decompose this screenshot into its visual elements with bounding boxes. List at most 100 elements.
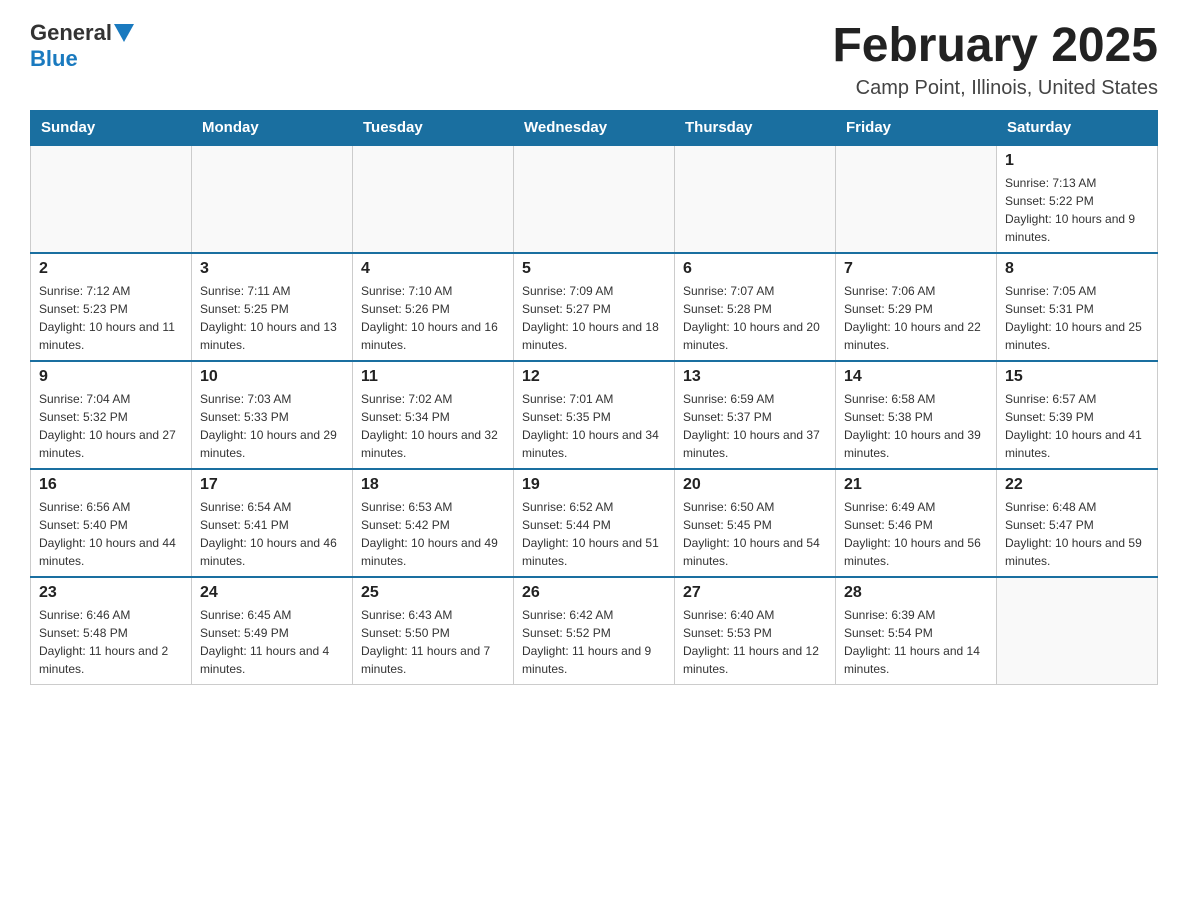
week-row-1: 1 Sunrise: 7:13 AMSunset: 5:22 PMDaylight… — [31, 145, 1158, 253]
calendar-cell: 20 Sunrise: 6:50 AMSunset: 5:45 PMDayligh… — [675, 469, 836, 577]
day-info: Sunrise: 6:45 AMSunset: 5:49 PMDaylight:… — [200, 606, 344, 678]
calendar-cell — [192, 145, 353, 253]
calendar-header-row: Sunday Monday Tuesday Wednesday Thursday… — [31, 110, 1158, 145]
calendar-cell: 16Sunrise: 6:56 AMSunset: 5:40 PMDayligh… — [31, 469, 192, 577]
day-info: Sunrise: 6:57 AMSunset: 5:39 PMDaylight:… — [1005, 390, 1149, 462]
calendar-cell: 9 Sunrise: 7:04 AMSunset: 5:32 PMDaylight… — [31, 361, 192, 469]
col-saturday: Saturday — [997, 110, 1158, 145]
calendar-cell: 3Sunrise: 7:11 AMSunset: 5:25 PMDaylight… — [192, 253, 353, 361]
day-number: 13 — [683, 368, 827, 386]
day-number: 15 — [1005, 368, 1149, 386]
calendar-cell: 14 Sunrise: 6:58 AMSunset: 5:38 PMDayligh… — [836, 361, 997, 469]
calendar-cell: 7 Sunrise: 7:06 AMSunset: 5:29 PMDaylight… — [836, 253, 997, 361]
day-info: Sunrise: 7:07 AMSunset: 5:28 PMDaylight:… — [683, 282, 827, 354]
calendar-cell: 25Sunrise: 6:43 AMSunset: 5:50 PMDayligh… — [353, 577, 514, 685]
logo-triangle-icon — [114, 24, 134, 44]
calendar-cell: 19 Sunrise: 6:52 AMSunset: 5:44 PMDayligh… — [514, 469, 675, 577]
day-info: Sunrise: 7:03 AMSunset: 5:33 PMDaylight:… — [200, 390, 344, 462]
day-info: Sunrise: 7:13 AMSunset: 5:22 PMDaylight:… — [1005, 174, 1149, 246]
day-info: Sunrise: 6:39 AMSunset: 5:54 PMDaylight:… — [844, 606, 988, 678]
day-info: Sunrise: 6:50 AMSunset: 5:45 PMDaylight:… — [683, 498, 827, 570]
day-number: 8 — [1005, 260, 1149, 278]
calendar-cell: 22 Sunrise: 6:48 AMSunset: 5:47 PMDayligh… — [997, 469, 1158, 577]
day-info: Sunrise: 6:54 AMSunset: 5:41 PMDaylight:… — [200, 498, 344, 570]
calendar-cell: 4 Sunrise: 7:10 AMSunset: 5:26 PMDaylight… — [353, 253, 514, 361]
month-title: February 2025 — [832, 20, 1158, 73]
calendar-cell: 13 Sunrise: 6:59 AMSunset: 5:37 PMDayligh… — [675, 361, 836, 469]
day-info: Sunrise: 7:11 AMSunset: 5:25 PMDaylight:… — [200, 282, 344, 354]
day-info: Sunrise: 7:05 AMSunset: 5:31 PMDaylight:… — [1005, 282, 1149, 354]
calendar-cell: 18Sunrise: 6:53 AMSunset: 5:42 PMDayligh… — [353, 469, 514, 577]
week-row-3: 9 Sunrise: 7:04 AMSunset: 5:32 PMDaylight… — [31, 361, 1158, 469]
day-info: Sunrise: 6:59 AMSunset: 5:37 PMDaylight:… — [683, 390, 827, 462]
calendar-cell: 8 Sunrise: 7:05 AMSunset: 5:31 PMDaylight… — [997, 253, 1158, 361]
logo-general-text: General — [30, 20, 112, 46]
day-number: 24 — [200, 584, 344, 602]
calendar-cell: 21Sunrise: 6:49 AMSunset: 5:46 PMDayligh… — [836, 469, 997, 577]
logo: General Blue — [30, 20, 134, 72]
calendar-cell — [353, 145, 514, 253]
location-title: Camp Point, Illinois, United States — [832, 77, 1158, 100]
day-number: 28 — [844, 584, 988, 602]
day-info: Sunrise: 6:52 AMSunset: 5:44 PMDaylight:… — [522, 498, 666, 570]
week-row-4: 16Sunrise: 6:56 AMSunset: 5:40 PMDayligh… — [31, 469, 1158, 577]
day-number: 18 — [361, 476, 505, 494]
calendar-cell — [836, 145, 997, 253]
day-info: Sunrise: 6:58 AMSunset: 5:38 PMDaylight:… — [844, 390, 988, 462]
calendar-cell: 24 Sunrise: 6:45 AMSunset: 5:49 PMDayligh… — [192, 577, 353, 685]
day-number: 21 — [844, 476, 988, 494]
day-number: 10 — [200, 368, 344, 386]
day-info: Sunrise: 7:10 AMSunset: 5:26 PMDaylight:… — [361, 282, 505, 354]
day-number: 9 — [39, 368, 183, 386]
day-number: 4 — [361, 260, 505, 278]
calendar-cell: 6Sunrise: 7:07 AMSunset: 5:28 PMDaylight… — [675, 253, 836, 361]
day-info: Sunrise: 7:12 AMSunset: 5:23 PMDaylight:… — [39, 282, 183, 354]
day-info: Sunrise: 7:02 AMSunset: 5:34 PMDaylight:… — [361, 390, 505, 462]
calendar-cell: 27 Sunrise: 6:40 AMSunset: 5:53 PMDayligh… — [675, 577, 836, 685]
calendar-cell: 23 Sunrise: 6:46 AMSunset: 5:48 PMDayligh… — [31, 577, 192, 685]
day-info: Sunrise: 6:40 AMSunset: 5:53 PMDaylight:… — [683, 606, 827, 678]
day-number: 11 — [361, 368, 505, 386]
day-number: 19 — [522, 476, 666, 494]
day-number: 27 — [683, 584, 827, 602]
day-number: 5 — [522, 260, 666, 278]
day-number: 1 — [1005, 152, 1149, 170]
calendar-cell — [675, 145, 836, 253]
col-sunday: Sunday — [31, 110, 192, 145]
calendar-cell — [514, 145, 675, 253]
day-info: Sunrise: 6:43 AMSunset: 5:50 PMDaylight:… — [361, 606, 505, 678]
calendar-cell: 12Sunrise: 7:01 AMSunset: 5:35 PMDayligh… — [514, 361, 675, 469]
day-info: Sunrise: 7:09 AMSunset: 5:27 PMDaylight:… — [522, 282, 666, 354]
day-info: Sunrise: 6:46 AMSunset: 5:48 PMDaylight:… — [39, 606, 183, 678]
day-number: 23 — [39, 584, 183, 602]
day-number: 2 — [39, 260, 183, 278]
day-number: 20 — [683, 476, 827, 494]
col-tuesday: Tuesday — [353, 110, 514, 145]
day-number: 26 — [522, 584, 666, 602]
calendar-cell: 26 Sunrise: 6:42 AMSunset: 5:52 PMDayligh… — [514, 577, 675, 685]
logo-blue-text: Blue — [30, 46, 78, 71]
day-info: Sunrise: 7:06 AMSunset: 5:29 PMDaylight:… — [844, 282, 988, 354]
day-info: Sunrise: 7:04 AMSunset: 5:32 PMDaylight:… — [39, 390, 183, 462]
day-number: 22 — [1005, 476, 1149, 494]
col-monday: Monday — [192, 110, 353, 145]
calendar-cell: 10 Sunrise: 7:03 AMSunset: 5:33 PMDayligh… — [192, 361, 353, 469]
day-info: Sunrise: 6:42 AMSunset: 5:52 PMDaylight:… — [522, 606, 666, 678]
col-friday: Friday — [836, 110, 997, 145]
calendar-cell: 15 Sunrise: 6:57 AMSunset: 5:39 PMDayligh… — [997, 361, 1158, 469]
calendar-cell: 28 Sunrise: 6:39 AMSunset: 5:54 PMDayligh… — [836, 577, 997, 685]
calendar-table: Sunday Monday Tuesday Wednesday Thursday… — [30, 110, 1158, 685]
day-info: Sunrise: 7:01 AMSunset: 5:35 PMDaylight:… — [522, 390, 666, 462]
calendar-cell: 17 Sunrise: 6:54 AMSunset: 5:41 PMDayligh… — [192, 469, 353, 577]
day-number: 14 — [844, 368, 988, 386]
calendar-cell: 5 Sunrise: 7:09 AMSunset: 5:27 PMDaylight… — [514, 253, 675, 361]
day-number: 7 — [844, 260, 988, 278]
calendar-cell: 2 Sunrise: 7:12 AMSunset: 5:23 PMDaylight… — [31, 253, 192, 361]
day-number: 17 — [200, 476, 344, 494]
day-info: Sunrise: 6:48 AMSunset: 5:47 PMDaylight:… — [1005, 498, 1149, 570]
title-section: February 2025 Camp Point, Illinois, Unit… — [832, 20, 1158, 100]
calendar-cell: 11 Sunrise: 7:02 AMSunset: 5:34 PMDayligh… — [353, 361, 514, 469]
calendar-cell: 1 Sunrise: 7:13 AMSunset: 5:22 PMDaylight… — [997, 145, 1158, 253]
day-number: 16 — [39, 476, 183, 494]
calendar-cell — [997, 577, 1158, 685]
